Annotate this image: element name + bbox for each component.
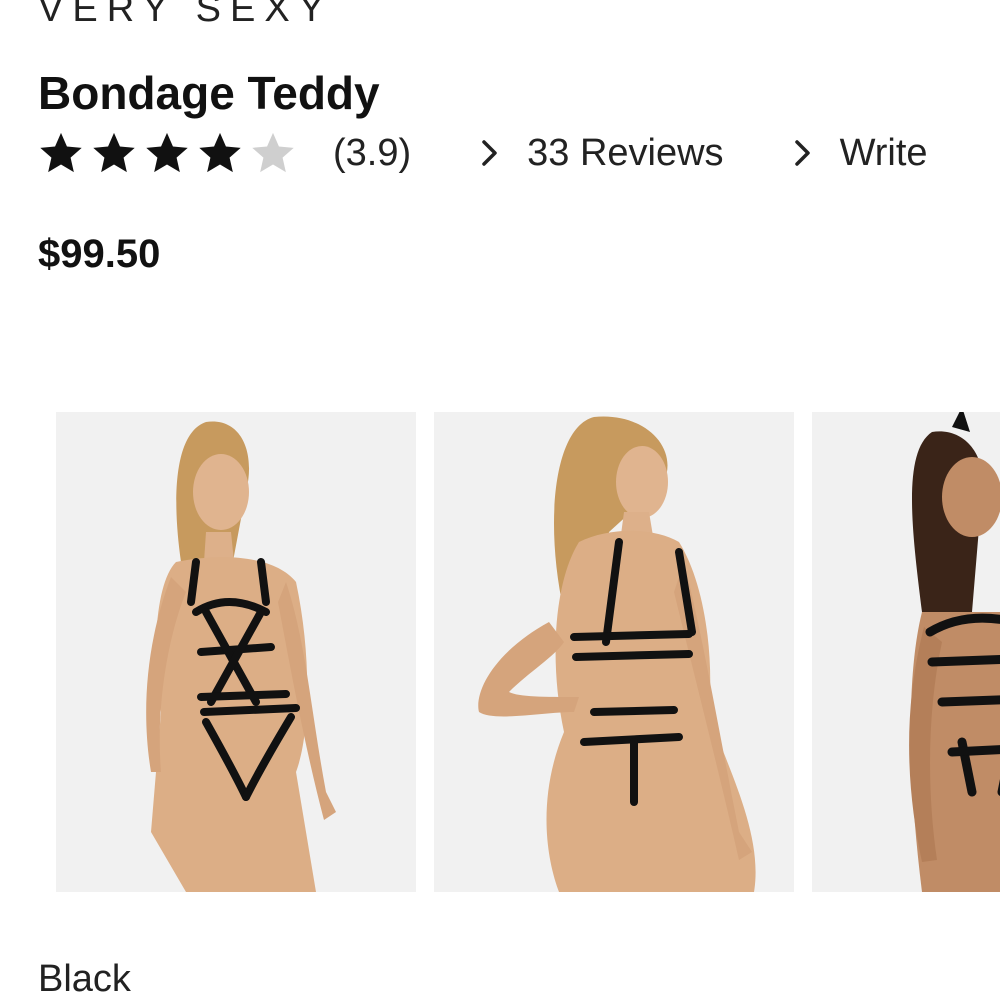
chevron-right-icon xyxy=(482,140,497,166)
selected-color-label: Black xyxy=(38,958,131,1000)
star-outline-icon xyxy=(252,132,294,173)
product-page: VERY SEXY Bondage Teddy (3.9) 33 Reviews… xyxy=(0,0,1000,1000)
star-icon xyxy=(146,132,188,173)
product-photo-front xyxy=(56,412,416,892)
write-review-link[interactable]: Write xyxy=(792,132,928,175)
chevron-right-icon xyxy=(794,140,810,166)
product-price: $99.50 xyxy=(38,232,161,276)
star-icon xyxy=(40,132,82,173)
rating-row: (3.9) 33 Reviews Write xyxy=(38,128,928,178)
star-icon xyxy=(199,132,241,173)
write-review-link-label: Write xyxy=(839,131,928,174)
product-image-back[interactable] xyxy=(434,412,794,892)
reviews-link-label: 33 Reviews xyxy=(527,131,724,174)
product-title: Bondage Teddy xyxy=(38,67,380,119)
product-photo-alt xyxy=(812,412,1000,892)
reviews-link[interactable]: 33 Reviews xyxy=(479,131,724,175)
product-image-alt[interactable] xyxy=(812,412,1000,892)
rating-value: (3.9) xyxy=(333,131,412,174)
brand-name: VERY SEXY xyxy=(38,0,334,30)
product-photo-back xyxy=(434,412,794,892)
rating-stars xyxy=(38,130,303,176)
product-image-front[interactable] xyxy=(56,412,416,892)
star-icon xyxy=(93,132,135,173)
